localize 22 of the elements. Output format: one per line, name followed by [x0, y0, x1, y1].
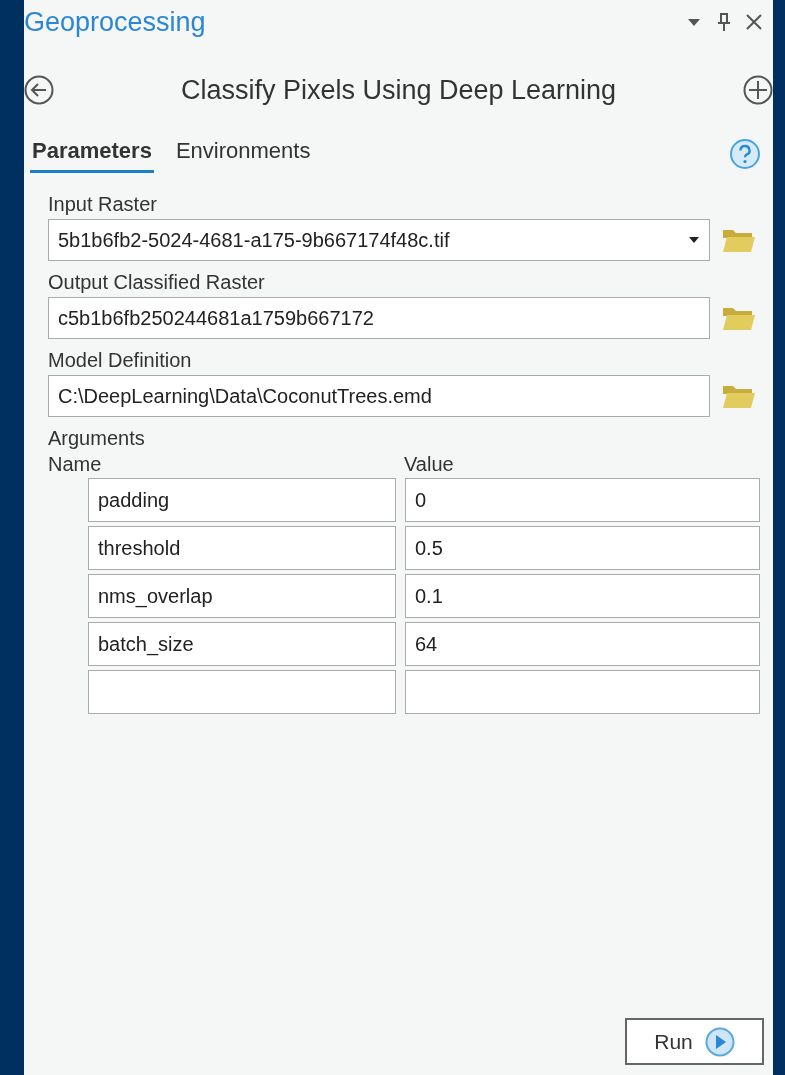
name-cell[interactable]: threshold	[88, 526, 396, 570]
field-label: Output Classified Raster	[48, 271, 266, 294]
pane-title: Geoprocessing	[24, 6, 207, 38]
field-label: Model Definition	[48, 349, 193, 372]
name-cell[interactable]: nms_overlap	[88, 574, 396, 618]
field-label: Input Raster	[48, 193, 158, 216]
column-header: Name	[48, 453, 103, 476]
input-field[interactable]: C:\DeepLearning\Data\CoconutTrees.emd	[48, 375, 710, 417]
section-label: Arguments	[48, 427, 146, 450]
value-cell[interactable]: 0.1	[405, 574, 760, 618]
value-cell[interactable]: 0.5	[405, 526, 760, 570]
name-cell[interactable]: batch_size	[88, 622, 396, 666]
column-header: Value	[404, 453, 454, 476]
tab[interactable]: Parameters	[30, 134, 154, 173]
tool-title: Classify Pixels Using Deep Learning	[179, 74, 618, 106]
input-field[interactable]: c5b1b6fb250244681a1759b667172	[48, 297, 710, 339]
value-cell[interactable]: 64	[405, 622, 760, 666]
tab[interactable]: Environments	[173, 134, 313, 173]
run-button[interactable]: Run	[625, 1018, 764, 1065]
dropdown-field[interactable]: 5b1b6fb2-5024-4681-a175-9b667174f48c.tif	[48, 219, 710, 261]
value-cell[interactable]: 0	[405, 478, 760, 522]
name-cell[interactable]: padding	[88, 478, 396, 522]
